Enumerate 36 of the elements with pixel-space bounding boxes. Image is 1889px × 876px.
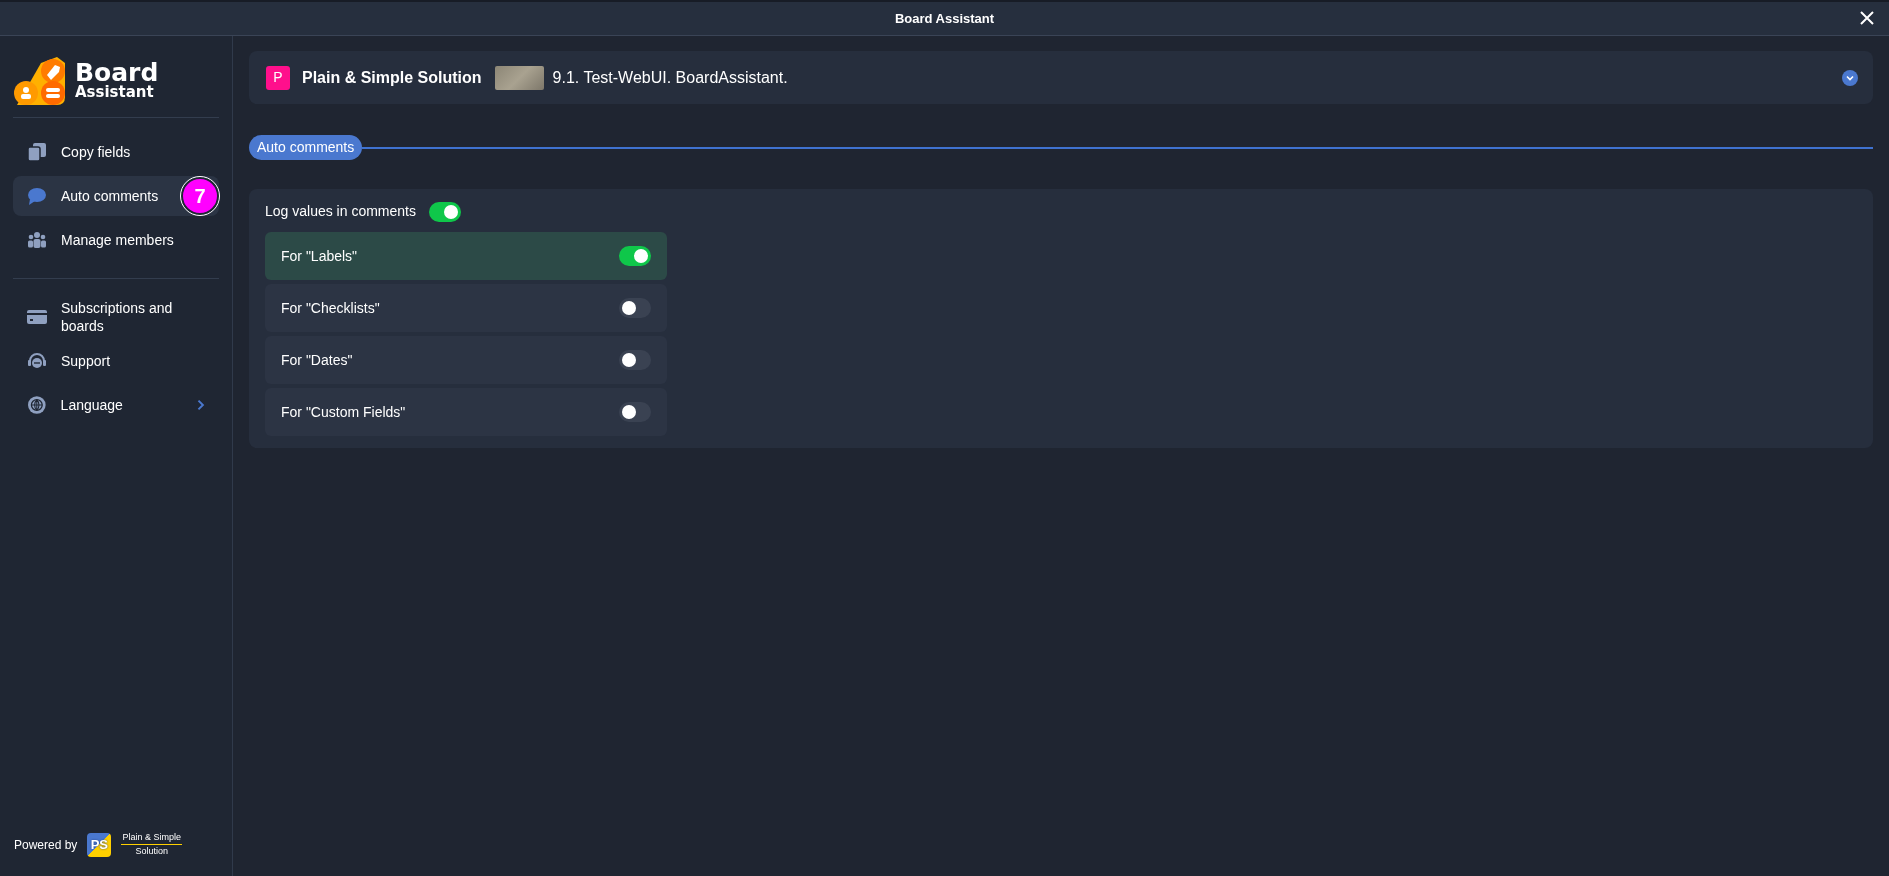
sidebar-item[interactable]: Subscriptions and boards bbox=[13, 297, 219, 337]
toggle-switch[interactable] bbox=[428, 201, 461, 222]
setting-label: Log values in comments bbox=[265, 202, 416, 221]
globe-icon bbox=[27, 395, 47, 415]
window-title: Board Assistant bbox=[894, 9, 995, 28]
sidebar-item[interactable]: Support bbox=[13, 341, 219, 381]
company-name: Plain & Simple bbox=[121, 831, 182, 845]
workspace-avatar: P bbox=[266, 65, 290, 90]
toggle-switch[interactable] bbox=[619, 350, 651, 370]
company-name: Solution bbox=[135, 845, 168, 858]
chevron-down-icon[interactable] bbox=[1842, 69, 1858, 86]
logo-title: Board bbox=[75, 60, 159, 85]
copy-icon bbox=[27, 142, 47, 162]
setting-row: For "Custom Fields" bbox=[265, 388, 667, 436]
toggle-switch[interactable] bbox=[619, 298, 651, 318]
credit-card-icon bbox=[27, 307, 47, 327]
photo-placeholder bbox=[494, 65, 544, 90]
board-name: 9.1. Test-WebUI. BoardAssistant. bbox=[552, 67, 788, 88]
logo-subtitle: Assistant bbox=[75, 85, 155, 100]
step-badge: 7 bbox=[181, 177, 219, 215]
section-title: Auto comments bbox=[249, 135, 363, 160]
sidebar-item[interactable]: Auto comments 7 bbox=[13, 176, 219, 216]
chat-bubble-icon bbox=[27, 186, 47, 206]
powered-by-text: Powered by bbox=[14, 836, 78, 854]
sidebar-item[interactable]: Copy fields bbox=[13, 132, 219, 172]
toggle-switch[interactable] bbox=[619, 246, 651, 266]
close-icon[interactable] bbox=[1859, 10, 1875, 26]
toggle-switch[interactable] bbox=[619, 402, 651, 422]
headset-chat-icon bbox=[27, 351, 47, 371]
setting-row: For "Labels" bbox=[265, 232, 667, 280]
setting-row: For "Dates" bbox=[265, 336, 667, 384]
people-icon bbox=[27, 230, 47, 250]
setting-row: For "Checklists" bbox=[265, 284, 667, 332]
sidebar-item[interactable]: Manage members bbox=[13, 220, 219, 260]
workspace-name: Plain & Simple Solution bbox=[302, 67, 482, 88]
sidebar-item[interactable]: Language bbox=[13, 385, 219, 425]
